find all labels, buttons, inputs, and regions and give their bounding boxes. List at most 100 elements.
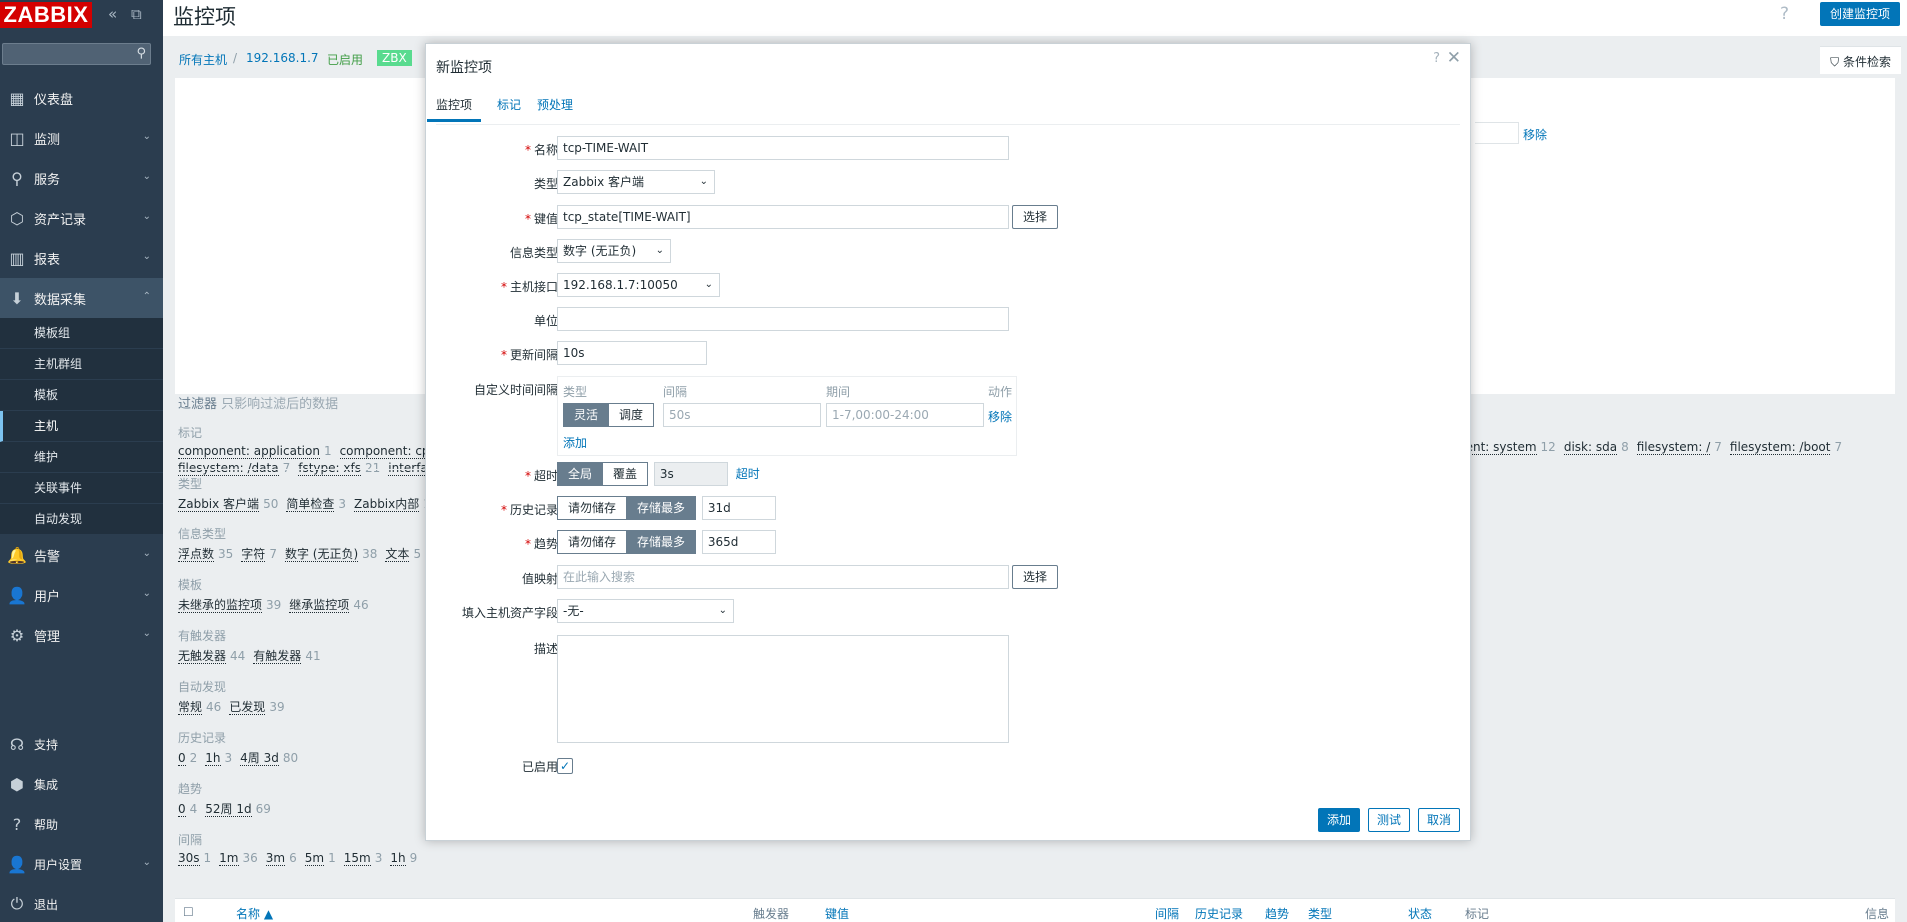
subfilter-value[interactable]: Zabbix内部 bbox=[354, 497, 420, 512]
submenu-item-host-groups[interactable]: 主机群组 bbox=[0, 349, 163, 380]
tab-item[interactable]: 监控项 bbox=[427, 96, 482, 122]
custom-period-input[interactable]: 1-7,00:00-24:00 bbox=[826, 403, 984, 427]
subfilter-value[interactable]: Zabbix 客户端 bbox=[178, 497, 260, 512]
history-store-up-to-option[interactable]: 存储最多 bbox=[627, 496, 697, 520]
subfilter-value[interactable]: 3m bbox=[265, 851, 286, 866]
remove-tag-link[interactable]: 移除 bbox=[1523, 126, 1547, 143]
subfilter-value[interactable]: 1m bbox=[219, 851, 239, 866]
breadcrumb-host[interactable]: 192.168.1.7 bbox=[246, 51, 319, 65]
column-status[interactable]: 状态 bbox=[1408, 905, 1432, 922]
help-icon[interactable]: ? bbox=[1433, 51, 1440, 66]
menu-item-support[interactable]: ☊ 支持 bbox=[0, 724, 163, 764]
name-input[interactable]: tcp-TIME-WAIT bbox=[557, 136, 1009, 160]
subfilter-value[interactable]: 1h bbox=[205, 751, 221, 766]
subfilter-value[interactable]: 5m bbox=[304, 851, 325, 866]
submenu-item-templates[interactable]: 模板 bbox=[0, 380, 163, 411]
scheduling-option[interactable]: 调度 bbox=[609, 403, 655, 427]
tab-preprocessing[interactable]: 预处理 bbox=[537, 96, 573, 122]
column-name[interactable]: 名称 ▲ bbox=[236, 905, 273, 922]
subfilter-value[interactable]: 0 bbox=[178, 802, 186, 817]
subfilter-value[interactable]: 1h bbox=[390, 851, 406, 866]
menu-item-inventory[interactable]: ⬡ 资产记录 ⌄ bbox=[0, 198, 163, 238]
subfilter-value[interactable]: 4周 3d bbox=[240, 751, 279, 766]
close-icon[interactable]: ✕ bbox=[1447, 48, 1461, 68]
subfilter-value[interactable]: 继承监控项 bbox=[289, 598, 350, 613]
tab-tags[interactable]: 标记 bbox=[497, 96, 521, 122]
column-interval[interactable]: 间隔 bbox=[1155, 905, 1179, 922]
menu-item-administration[interactable]: ⚙ 管理 ⌄ bbox=[0, 615, 163, 655]
subfilter-value[interactable]: 字符 bbox=[241, 547, 266, 562]
menu-item-logout[interactable]: ⏻ 退出 bbox=[0, 884, 163, 922]
search-icon[interactable]: ⚲ bbox=[136, 46, 146, 61]
value-type-select[interactable]: 数字 (无正负) ⌄ bbox=[557, 239, 671, 263]
subfilter-value[interactable]: 0 bbox=[178, 751, 186, 766]
submenu-item-event-correlation[interactable]: 关联事件 bbox=[0, 473, 163, 504]
subfilter-value[interactable]: 未继承的监控项 bbox=[178, 598, 263, 613]
trends-do-not-store-option[interactable]: 请勿储存 bbox=[557, 530, 628, 554]
cancel-button[interactable]: 取消 bbox=[1417, 808, 1460, 832]
collapse-sidebar-icon[interactable]: « bbox=[108, 6, 117, 22]
menu-item-dashboard[interactable]: ▦ 仪表盘 bbox=[0, 78, 163, 118]
kiosk-mode-icon[interactable]: ⧉ bbox=[131, 6, 142, 22]
units-input[interactable] bbox=[557, 307, 1009, 331]
custom-interval-input[interactable]: 50s bbox=[663, 403, 821, 427]
submenu-item-discovery[interactable]: 自动发现 bbox=[0, 504, 163, 535]
help-icon[interactable]: ? bbox=[1780, 4, 1789, 24]
add-interval-link[interactable]: 添加 bbox=[563, 434, 587, 451]
subfilter-value[interactable]: 浮点数 bbox=[178, 547, 215, 562]
timeout-override-option[interactable]: 覆盖 bbox=[603, 462, 649, 486]
key-input[interactable]: tcp_state[TIME-WAIT] bbox=[557, 205, 1009, 229]
trends-input[interactable]: 365d bbox=[701, 530, 776, 554]
column-history[interactable]: 历史记录 bbox=[1195, 905, 1243, 922]
value-mapping-select-button[interactable]: 选择 bbox=[1012, 565, 1059, 589]
menu-item-user-settings[interactable]: 👤 用户设置 ⌄ bbox=[0, 844, 163, 884]
subfilter-value[interactable]: component: cpu bbox=[339, 444, 438, 459]
menu-item-data-collection[interactable]: ⬇ 数据采集 ⌃ bbox=[0, 278, 163, 318]
subfilter-value[interactable]: 文本 bbox=[385, 547, 410, 562]
column-trends[interactable]: 趋势 bbox=[1265, 905, 1289, 922]
menu-item-help[interactable]: ? 帮助 bbox=[0, 804, 163, 844]
breadcrumb-all-hosts[interactable]: 所有主机 bbox=[179, 51, 227, 68]
zabbix-logo[interactable]: ZABBIX bbox=[0, 2, 92, 28]
subfilter-value[interactable]: 数字 (无正负) bbox=[284, 547, 359, 562]
subfilter-value[interactable]: 15m bbox=[343, 851, 371, 866]
flexible-option[interactable]: 灵活 bbox=[563, 403, 610, 427]
subfilter-value[interactable]: disk: sda bbox=[1563, 440, 1618, 455]
filter-tab[interactable]: ⛉ 条件检索 bbox=[1820, 46, 1901, 74]
subfilter-value[interactable]: 常规 bbox=[178, 700, 203, 715]
submenu-item-template-groups[interactable]: 模板组 bbox=[0, 318, 163, 349]
remove-interval-link[interactable]: 移除 bbox=[988, 408, 1012, 425]
inventory-select[interactable]: -无- ⌄ bbox=[557, 599, 734, 623]
test-button[interactable]: 测试 bbox=[1367, 808, 1410, 832]
trends-store-up-to-option[interactable]: 存储最多 bbox=[627, 530, 697, 554]
subfilter-value[interactable]: 52周 1d bbox=[205, 802, 252, 817]
subfilter-value[interactable]: 有触发器 bbox=[253, 649, 302, 664]
subfilter-value[interactable]: 30s bbox=[178, 851, 200, 866]
submenu-item-hosts[interactable]: 主机 bbox=[0, 411, 163, 442]
column-key[interactable]: 键值 bbox=[825, 905, 849, 922]
submenu-item-maintenance[interactable]: 维护 bbox=[0, 442, 163, 473]
subfilter-value[interactable]: filesystem: / bbox=[1636, 440, 1711, 455]
menu-item-services[interactable]: ⚲ 服务 ⌄ bbox=[0, 158, 163, 198]
enabled-checkbox[interactable]: ✓ bbox=[557, 758, 573, 774]
host-status[interactable]: 已启用 bbox=[327, 51, 363, 68]
update-interval-input[interactable]: 10s bbox=[557, 341, 707, 365]
subfilter-value[interactable]: 无触发器 bbox=[178, 649, 227, 664]
timeout-link[interactable]: 超时 bbox=[736, 467, 760, 481]
column-type[interactable]: 类型 bbox=[1308, 905, 1332, 922]
history-input[interactable]: 31d bbox=[701, 496, 776, 520]
menu-item-integrations[interactable]: ⬢ 集成 bbox=[0, 764, 163, 804]
create-item-button[interactable]: 创建监控项 bbox=[1819, 2, 1900, 26]
select-all-checkbox[interactable]: ☐ bbox=[183, 905, 194, 919]
menu-item-users[interactable]: 👤 用户 ⌄ bbox=[0, 575, 163, 615]
subfilter-value[interactable]: filesystem: /boot bbox=[1729, 440, 1831, 455]
tag-value-input[interactable] bbox=[1475, 122, 1519, 144]
key-select-button[interactable]: 选择 bbox=[1012, 205, 1059, 229]
subfilter-value[interactable]: 简单检查 bbox=[286, 497, 335, 512]
menu-item-monitoring[interactable]: ◫ 监测 ⌄ bbox=[0, 118, 163, 158]
type-select[interactable]: Zabbix 客户端 ⌄ bbox=[557, 170, 715, 194]
interface-select[interactable]: 192.168.1.7:10050 ⌄ bbox=[557, 273, 720, 297]
description-textarea[interactable] bbox=[557, 635, 1009, 743]
menu-item-alerts[interactable]: 🔔 告警 ⌄ bbox=[0, 535, 163, 575]
subfilter-value[interactable]: 已发现 bbox=[229, 700, 266, 715]
